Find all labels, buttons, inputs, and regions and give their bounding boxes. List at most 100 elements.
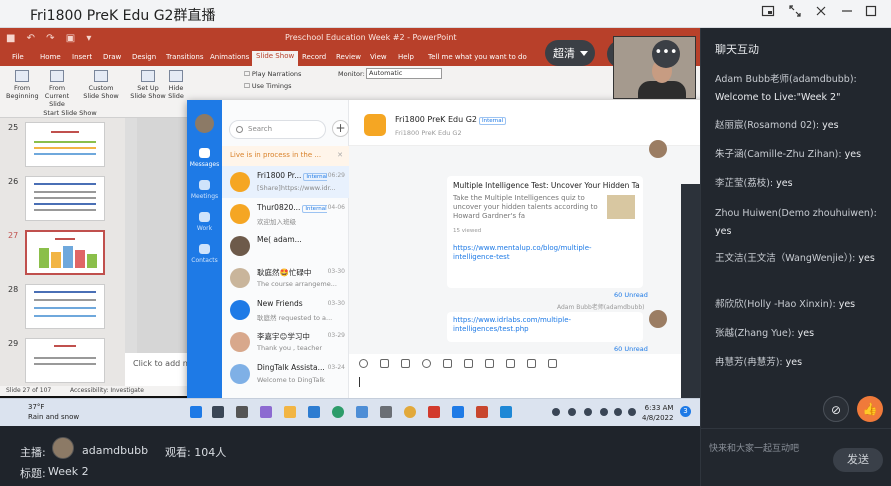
widgets-icon[interactable] bbox=[260, 406, 272, 418]
camera-icon[interactable] bbox=[548, 359, 557, 368]
ppt-menu-draw[interactable]: Draw bbox=[103, 53, 121, 61]
unread-count[interactable]: 60 Unread bbox=[614, 345, 648, 353]
ppt-menu-design[interactable]: Design bbox=[132, 53, 156, 61]
conversation-item[interactable]: DingTalk Assista... Welcome to DingTalk … bbox=[222, 358, 349, 390]
dingtalk-icon[interactable] bbox=[452, 406, 464, 418]
conversation-item[interactable]: 李嘉宇😊学习中 Thank you , teacher 03-29 bbox=[222, 326, 349, 358]
battery-icon[interactable] bbox=[628, 408, 636, 416]
avatar[interactable] bbox=[195, 114, 214, 133]
ppt-tell-me[interactable]: Tell me what you want to do bbox=[428, 53, 527, 61]
ppt-menu-file[interactable]: File bbox=[12, 53, 24, 61]
ppt-menu-record[interactable]: Record bbox=[302, 53, 326, 61]
wifi-icon[interactable] bbox=[600, 408, 608, 416]
tray-icon[interactable] bbox=[584, 408, 592, 416]
volume-icon[interactable] bbox=[614, 408, 622, 416]
conversation-name: DingTalk Assista... bbox=[257, 363, 325, 372]
card-link[interactable]: https://www.mentalup.co/blog/multiple-in… bbox=[453, 244, 613, 262]
conversation-item[interactable]: 耿庭然🤩忙碌中 The course arrangeme... 03-30 bbox=[222, 262, 349, 294]
custom-slide-show-button[interactable]: Custom Slide Show bbox=[80, 70, 122, 100]
tray-icon[interactable] bbox=[552, 408, 560, 416]
slide-thumbnail[interactable] bbox=[25, 122, 105, 167]
like-icon[interactable] bbox=[380, 359, 389, 368]
chrome-icon[interactable] bbox=[404, 406, 416, 418]
quality-selector[interactable]: 超清 bbox=[545, 40, 595, 66]
slideshow-icon bbox=[50, 70, 64, 82]
conversation-item[interactable]: Thur0820... Internal 欢迎加入班级 04-06 bbox=[222, 198, 349, 230]
monitor-select[interactable]: Automatic bbox=[366, 68, 442, 79]
powerpoint-doc-title: Preschool Education Week #2 - PowerPoint bbox=[285, 33, 457, 42]
use-timings-checkbox[interactable]: ☐ Use Timings bbox=[244, 82, 291, 90]
edge-icon[interactable] bbox=[332, 406, 344, 418]
from-current-slide-button[interactable]: From Current Slide bbox=[38, 70, 76, 108]
ppt-menu-transitions[interactable]: Transitions bbox=[166, 53, 204, 61]
word-icon[interactable] bbox=[308, 406, 320, 418]
more-button[interactable]: ••• bbox=[652, 40, 680, 68]
windows-start-icon[interactable] bbox=[190, 406, 202, 418]
ppt-menu-review[interactable]: Review bbox=[336, 53, 361, 61]
ppt-menu-insert[interactable]: Insert bbox=[72, 53, 92, 61]
set-up-slide-show-button[interactable]: Set Up Slide Show bbox=[130, 70, 166, 100]
picture-in-picture-icon[interactable] bbox=[758, 4, 778, 24]
slide-thumbnail[interactable] bbox=[25, 338, 105, 383]
like-icon[interactable]: 👍 bbox=[857, 396, 883, 422]
close-icon[interactable]: ✕ bbox=[337, 151, 343, 159]
live-banner[interactable]: Live is in process in the ... ✕ bbox=[222, 146, 349, 166]
nav-work[interactable]: Work bbox=[187, 212, 222, 232]
checklist-icon[interactable] bbox=[485, 359, 494, 368]
voice-icon[interactable] bbox=[506, 359, 515, 368]
ppt-menu-animations[interactable]: Animations bbox=[210, 53, 249, 61]
hide-slide-button[interactable]: Hide Slide bbox=[166, 70, 186, 100]
app-icon[interactable] bbox=[380, 406, 392, 418]
send-button[interactable]: 发送 bbox=[833, 448, 883, 472]
file-explorer-icon[interactable] bbox=[284, 406, 296, 418]
message-bubble[interactable]: https://www.idrlabs.com/multiple-intelli… bbox=[447, 312, 643, 342]
search-icon[interactable] bbox=[212, 406, 224, 418]
ppt-menu-view[interactable]: View bbox=[370, 53, 387, 61]
app-icon[interactable] bbox=[500, 406, 512, 418]
ppt-menu-slide-show[interactable]: Slide Show bbox=[252, 51, 299, 66]
message-input[interactable] bbox=[349, 374, 700, 400]
message-link[interactable]: https://www.idrlabs.com/multiple-intelli… bbox=[453, 316, 571, 333]
conversation-preview: 欢迎加入班级 bbox=[257, 218, 296, 226]
minimize-icon[interactable] bbox=[837, 4, 857, 24]
unread-count[interactable]: 60 Unread bbox=[614, 291, 648, 299]
pdf-icon[interactable] bbox=[428, 406, 440, 418]
chat-input[interactable]: 快来和大家一起互动吧 bbox=[709, 441, 799, 454]
add-button[interactable]: + bbox=[332, 120, 349, 137]
conversation-item[interactable]: Me( adam... bbox=[222, 230, 349, 262]
from-beginning-button[interactable]: From Beginning bbox=[6, 70, 39, 100]
folder-icon[interactable] bbox=[443, 359, 452, 368]
taskbar-clock[interactable]: 6:33 AM 4/8/2022 bbox=[642, 403, 673, 423]
maximize-icon[interactable] bbox=[861, 4, 881, 24]
play-narrations-checkbox[interactable]: ☐ Play Narrations bbox=[244, 70, 301, 78]
nav-meetings[interactable]: Meetings bbox=[187, 180, 222, 200]
app-icon[interactable] bbox=[356, 406, 368, 418]
conversation-item[interactable]: New Friends 耿庭然 requested to a... 03-30 bbox=[222, 294, 349, 326]
search-input[interactable]: Search bbox=[229, 120, 326, 139]
mention-icon[interactable] bbox=[422, 359, 431, 368]
conversation-item[interactable]: Fri1800 Pr... Internal [Share]https://www… bbox=[222, 166, 349, 198]
link-card[interactable]: Multiple Intelligence Test: Uncover Your… bbox=[447, 176, 643, 288]
scissors-icon[interactable] bbox=[401, 359, 410, 368]
nav-contacts[interactable]: Contacts bbox=[187, 244, 222, 264]
slide-thumbnail-selected[interactable] bbox=[25, 230, 105, 275]
nav-messages[interactable]: Messages bbox=[187, 148, 222, 168]
task-view-icon[interactable] bbox=[236, 406, 248, 418]
link-icon[interactable]: ⊘ bbox=[823, 396, 849, 422]
ppt-menu-home[interactable]: Home bbox=[40, 53, 61, 61]
slide-thumbnail[interactable] bbox=[25, 284, 105, 329]
ppt-menu-help[interactable]: Help bbox=[398, 53, 414, 61]
fullscreen-icon[interactable] bbox=[785, 4, 805, 24]
host-avatar[interactable] bbox=[52, 437, 74, 459]
calendar-icon[interactable] bbox=[527, 359, 536, 368]
close-icon[interactable] bbox=[811, 4, 831, 24]
emoji-icon[interactable] bbox=[359, 359, 368, 368]
tray-icon[interactable] bbox=[568, 408, 576, 416]
list-icon[interactable] bbox=[464, 359, 473, 368]
slide-thumbnail[interactable] bbox=[25, 176, 105, 221]
powerpoint-icon[interactable] bbox=[476, 406, 488, 418]
notification-badge[interactable]: 3 bbox=[680, 406, 691, 417]
status-accessibility[interactable]: Accessibility: Investigate bbox=[70, 387, 144, 394]
conversation-name: 李嘉宇😊学习中 bbox=[257, 332, 310, 341]
weather-widget[interactable]: 37°F Rain and snow bbox=[28, 402, 79, 422]
